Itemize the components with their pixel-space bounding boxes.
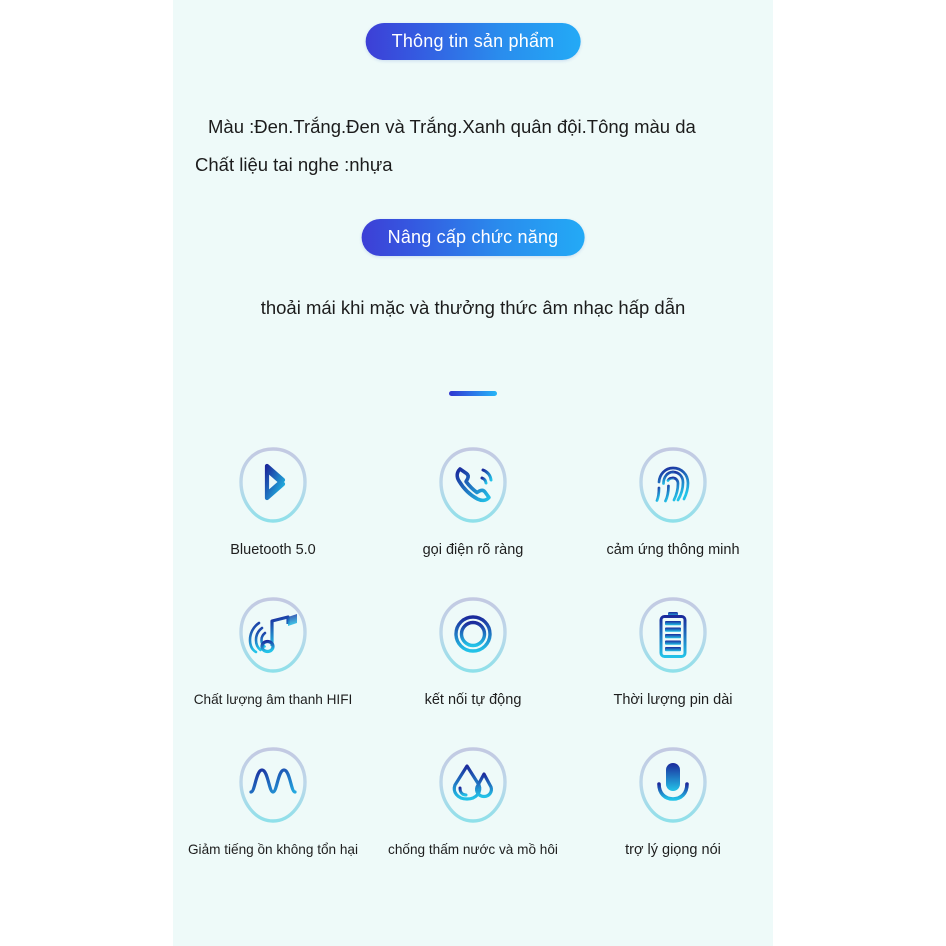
feature-label: gọi điện rõ ràng	[422, 542, 524, 558]
feature-label: kết nối tự động	[424, 692, 522, 708]
bluetooth-icon	[229, 440, 317, 532]
spec-block: Màu :Đen.Trắng.Đen và Trắng.Xanh quân độ…	[173, 108, 773, 184]
feature-grid: Bluetooth 5.0 gọi điện rõ ràng cảm ứng t…	[173, 440, 773, 858]
feature-label: cảm ứng thông minh	[606, 542, 740, 558]
badge-function-upgrade: Nâng cấp chức năng	[361, 219, 585, 256]
feature-item: gọi điện rõ ràng	[373, 440, 573, 558]
feature-label: Thời lượng pin dài	[613, 692, 733, 708]
fingerprint-icon	[629, 440, 717, 532]
spec-material-line: Chất liệu tai nghe :nhựa	[195, 154, 393, 175]
feature-label: chống thấm nước và mồ hôi	[388, 842, 558, 857]
spec-color-line: Màu :Đen.Trắng.Đen và Trắng.Xanh quân độ…	[208, 116, 696, 137]
product-detail-page: Thông tin sản phẩm Màu :Đen.Trắng.Đen và…	[0, 0, 946, 946]
feature-item: cảm ứng thông minh	[573, 440, 773, 558]
water-drop-icon	[429, 740, 517, 832]
power-icon	[429, 590, 517, 682]
feature-item: kết nối tự động	[373, 590, 573, 708]
feature-item: Chất lượng âm thanh HIFI	[173, 590, 373, 708]
feature-item: Giảm tiếng ồn không tổn hại	[173, 740, 373, 858]
microphone-icon	[629, 740, 717, 832]
gradient-divider	[449, 391, 497, 396]
feature-item: trợ lý giọng nói	[573, 740, 773, 858]
feature-item: chống thấm nước và mồ hôi	[373, 740, 573, 858]
feature-label: Chất lượng âm thanh HIFI	[193, 692, 353, 707]
music-hifi-icon	[229, 590, 317, 682]
content-panel: Thông tin sản phẩm Màu :Đen.Trắng.Đen và…	[173, 0, 773, 946]
battery-icon	[629, 590, 717, 682]
tagline-text: thoải mái khi mặc và thưởng thức âm nhạc…	[260, 297, 686, 318]
feature-item: Bluetooth 5.0	[173, 440, 373, 558]
waveform-icon	[229, 740, 317, 832]
feature-label: Bluetooth 5.0	[230, 542, 316, 558]
feature-label: Giảm tiếng ồn không tổn hại	[187, 842, 359, 857]
feature-item: Thời lượng pin dài	[573, 590, 773, 708]
phone-call-icon	[429, 440, 517, 532]
feature-label: trợ lý giọng nói	[625, 842, 721, 858]
badge-product-info: Thông tin sản phẩm	[365, 23, 581, 60]
